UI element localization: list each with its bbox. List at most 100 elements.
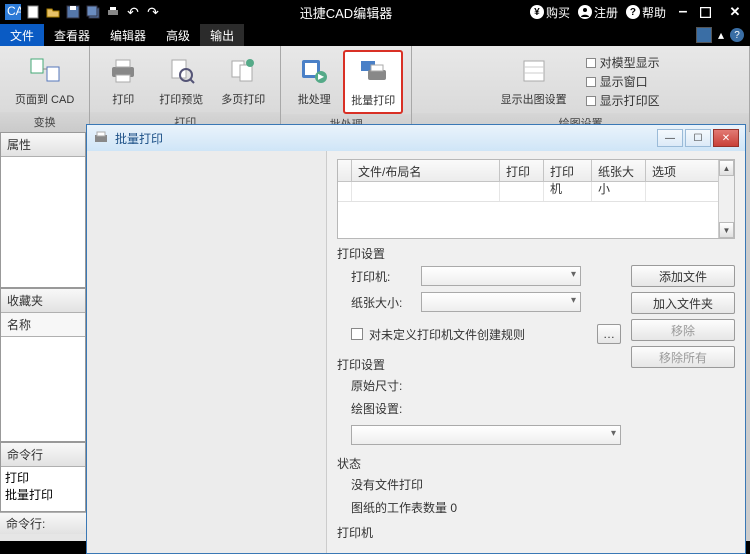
- ribbon-group-transform: 页面到 CAD 变换: [0, 46, 90, 131]
- rule-checkbox[interactable]: [351, 328, 363, 340]
- tab-advanced[interactable]: 高级: [156, 24, 200, 46]
- printer-combo[interactable]: [421, 266, 581, 286]
- dialog-main: 文件/布局名 打印 打印机 纸张大小 选项: [327, 151, 745, 553]
- th-blank: [338, 160, 352, 181]
- th-file[interactable]: 文件/布局名: [352, 160, 500, 181]
- remove-button[interactable]: 移除: [631, 319, 735, 341]
- properties-panel: 属性: [0, 132, 86, 288]
- page-to-cad-icon: [29, 55, 61, 87]
- app-title: 迅捷CAD编辑器: [162, 3, 530, 22]
- plot-settings-combo[interactable]: [351, 425, 621, 445]
- paper-label: 纸张大小:: [351, 294, 411, 311]
- batch-print-button[interactable]: 批量打印: [343, 50, 403, 114]
- dialog-min-icon[interactable]: —: [657, 129, 683, 147]
- util-help-icon[interactable]: ?: [730, 28, 744, 42]
- add-file-button[interactable]: 添加文件: [631, 265, 735, 287]
- printer-icon: [107, 55, 139, 87]
- plot-set-label: 绘图设置:: [351, 400, 621, 417]
- add-folder-button[interactable]: 加入文件夹: [631, 292, 735, 314]
- scroll-down-icon[interactable]: ▼: [719, 222, 734, 238]
- opt-window[interactable]: 显示窗口: [586, 73, 660, 90]
- status-sheets: 图纸的工作表数量 0: [351, 499, 621, 516]
- batch-process-button[interactable]: ▸ 批处理: [289, 50, 339, 112]
- batch-print-dialog: 批量打印 — ☐ ✕ 文件/布局名 打印 打印机 纸张大小 选项: [86, 124, 746, 554]
- help-link[interactable]: ?帮助: [626, 4, 666, 21]
- open-icon[interactable]: [44, 3, 62, 21]
- dialog-title: 批量打印: [115, 130, 163, 147]
- cmd-line-1: 打印: [5, 469, 81, 486]
- left-panels: 属性 收藏夹 名称 命令行 打印 批量打印 命令行:: [0, 132, 86, 541]
- svg-text:CAD: CAD: [7, 4, 21, 18]
- menu-bar: 文件 查看器 编辑器 高级 输出 ▴ ?: [0, 24, 750, 46]
- batch-print-icon: [357, 56, 389, 88]
- favorites-panel: 收藏夹 名称: [0, 288, 86, 442]
- ribbon: 页面到 CAD 变换 打印 打印预览 多页打印 打印 ▸ 批处理: [0, 46, 750, 132]
- print-settings-1: 打印设置 打印机: 纸张大小:: [337, 245, 621, 344]
- ribbon-group-plot: 显示出图设置 对模型显示 显示窗口 显示打印区 绘图设置: [412, 46, 750, 131]
- multi-print-button[interactable]: 多页打印: [214, 50, 272, 112]
- paper-combo[interactable]: [421, 292, 581, 312]
- undo-icon[interactable]: ↶: [124, 3, 142, 21]
- tab-editor[interactable]: 编辑器: [100, 24, 156, 46]
- close-icon[interactable]: ✕: [726, 4, 744, 20]
- maximize-icon[interactable]: [700, 7, 718, 18]
- ribbon-group-batch: ▸ 批处理 批量打印 批处理: [281, 46, 412, 131]
- main-area: 属性 收藏夹 名称 命令行 打印 批量打印 命令行: 批量打印 — ☐ ✕: [0, 132, 750, 541]
- batch-process-icon: ▸: [298, 55, 330, 87]
- page-to-cad-button[interactable]: 页面到 CAD: [8, 50, 81, 112]
- table-row[interactable]: [338, 182, 734, 202]
- print-settings-2: 打印设置 原始尺寸: 绘图设置:: [337, 356, 621, 445]
- plot-options: 对模型显示 显示窗口 显示打印区: [578, 50, 668, 113]
- new-icon[interactable]: [24, 3, 42, 21]
- opt-model[interactable]: 对模型显示: [586, 54, 660, 71]
- tab-file[interactable]: 文件: [0, 24, 44, 46]
- titlebar-right: ¥购买 注册 ?帮助 – ✕: [530, 3, 750, 21]
- print-preview-button[interactable]: 打印预览: [152, 50, 210, 112]
- tab-viewer[interactable]: 查看器: [44, 24, 100, 46]
- cmd-panel: 命令行 打印 批量打印: [0, 442, 86, 512]
- register-link[interactable]: 注册: [578, 4, 618, 21]
- rule-label: 对未定义打印机文件创建规则: [369, 326, 525, 343]
- preview-icon: [165, 55, 197, 87]
- file-table: 文件/布局名 打印 打印机 纸张大小 选项: [337, 159, 735, 239]
- remove-all-button[interactable]: 移除所有: [631, 346, 735, 368]
- title-bar: CAD ↶ ↷ 迅捷CAD编辑器 ¥购买 注册 ?帮助 – ✕: [0, 0, 750, 24]
- table-header: 文件/布局名 打印 打印机 纸张大小 选项: [338, 160, 734, 182]
- plot-settings-icon: [518, 55, 550, 87]
- th-paper[interactable]: 纸张大小: [592, 160, 646, 181]
- th-printer[interactable]: 打印机: [544, 160, 592, 181]
- save-icon[interactable]: [64, 3, 82, 21]
- cmd-line-2: 批量打印: [5, 486, 81, 503]
- save-all-icon[interactable]: [84, 3, 102, 21]
- quick-access-toolbar: CAD ↶ ↷: [0, 3, 162, 21]
- tab-output[interactable]: 输出: [200, 24, 244, 46]
- cmd-header: 命令行: [1, 443, 85, 467]
- printer-section: 打印机: [337, 524, 621, 541]
- opt-area[interactable]: 显示打印区: [586, 92, 660, 109]
- favorites-header: 收藏夹: [1, 289, 85, 313]
- redo-icon[interactable]: ↷: [144, 3, 162, 21]
- scroll-up-icon[interactable]: ▲: [719, 160, 734, 176]
- app-icon: CAD: [4, 3, 22, 21]
- name-col-header: 名称: [1, 313, 85, 337]
- util-btn-1[interactable]: [696, 27, 712, 43]
- dialog-icon: [93, 130, 109, 146]
- minimize-icon[interactable]: –: [674, 3, 692, 21]
- util-up-icon[interactable]: ▴: [718, 28, 724, 42]
- dialog-max-icon[interactable]: ☐: [685, 129, 711, 147]
- svg-text:▸: ▸: [318, 69, 324, 83]
- cmd-input-row[interactable]: 命令行:: [0, 512, 86, 534]
- status-no-file: 没有文件打印: [351, 476, 621, 493]
- properties-header: 属性: [1, 133, 85, 157]
- show-plot-settings-button[interactable]: 显示出图设置: [494, 50, 574, 112]
- ribbon-group-print: 打印 打印预览 多页打印 打印: [90, 46, 281, 131]
- dialog-titlebar: 批量打印 — ☐ ✕: [87, 125, 745, 151]
- multi-page-icon: [227, 55, 259, 87]
- rule-more-button[interactable]: …: [597, 324, 621, 344]
- th-print[interactable]: 打印: [500, 160, 544, 181]
- buy-link[interactable]: ¥购买: [530, 4, 570, 21]
- table-scrollbar[interactable]: ▲ ▼: [718, 160, 734, 238]
- dialog-close-icon[interactable]: ✕: [713, 129, 739, 147]
- print-icon[interactable]: [104, 3, 122, 21]
- print-button[interactable]: 打印: [98, 50, 148, 112]
